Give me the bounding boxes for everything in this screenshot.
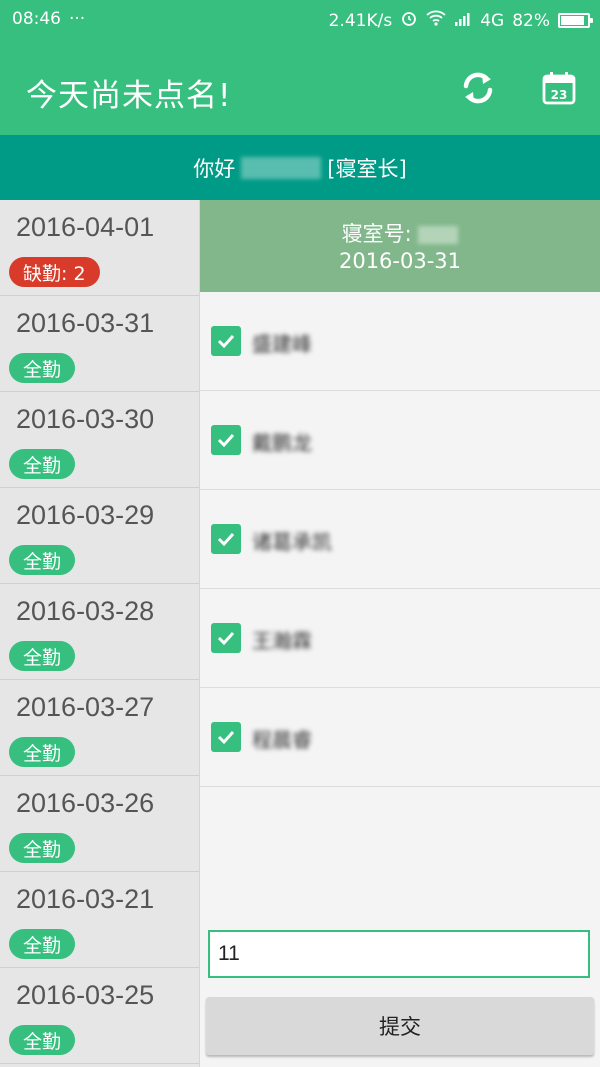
member-row[interactable]: 盛建峰 bbox=[200, 292, 600, 391]
greeting-role: [寝室长] bbox=[327, 156, 407, 181]
date-item[interactable]: 2016-03-25 全勤 bbox=[0, 968, 199, 1064]
battery-percent: 82% bbox=[512, 10, 550, 31]
check-icon bbox=[217, 730, 235, 745]
member-row[interactable]: 戴鹏龙 bbox=[200, 391, 600, 490]
remark-input[interactable]: 11 bbox=[208, 930, 590, 978]
status-badge: 全勤 bbox=[9, 641, 76, 671]
checkbox-checked[interactable] bbox=[211, 623, 241, 653]
check-icon bbox=[217, 334, 235, 349]
calendar-day: 23 bbox=[551, 88, 568, 102]
member-name: 戴鹏龙 bbox=[252, 431, 312, 455]
date-item[interactable]: 2016-03-28 全勤 bbox=[0, 584, 199, 680]
member-name: 诸葛承凯 bbox=[252, 530, 332, 554]
date-item[interactable]: 2016-04-01 缺勤: 2 bbox=[0, 200, 199, 296]
submit-button[interactable]: 提交 bbox=[206, 997, 594, 1055]
date-item[interactable]: 2016-03-30 全勤 bbox=[0, 392, 199, 488]
date-item[interactable]: 2016-03-31 全勤 bbox=[0, 296, 199, 392]
signal-icon bbox=[454, 11, 472, 31]
date-text: 2016-03-30 bbox=[16, 404, 155, 434]
member-name: 盛建峰 bbox=[252, 332, 312, 356]
attendance-pane: 寝室号: 2016-03-31 盛建峰 戴鹏龙 诸葛承凯 王瀚霖 程晨睿 11 … bbox=[200, 200, 600, 1067]
alarm-icon bbox=[400, 9, 418, 32]
date-text: 2016-03-25 bbox=[16, 980, 155, 1010]
status-badge: 全勤 bbox=[9, 929, 76, 959]
app-bar: 今天尚未点名! 23 bbox=[0, 40, 600, 135]
calendar-icon: 23 bbox=[542, 72, 576, 105]
date-text: 2016-03-26 bbox=[16, 788, 155, 818]
room-header: 寝室号: 2016-03-31 bbox=[200, 200, 600, 292]
status-time: 08:46 bbox=[12, 9, 61, 29]
member-row[interactable]: 程晨睿 bbox=[200, 688, 600, 787]
checkbox-checked[interactable] bbox=[211, 425, 241, 455]
member-row[interactable]: 诸葛承凯 bbox=[200, 490, 600, 589]
user-name-redacted bbox=[241, 156, 322, 179]
status-dots: ··· bbox=[69, 9, 86, 29]
check-icon bbox=[217, 532, 235, 547]
member-name: 程晨睿 bbox=[252, 728, 312, 752]
status-bar: 08:46 ··· 2.41K/s 4G 82% bbox=[0, 0, 600, 40]
date-item[interactable]: 2016-03-26 全勤 bbox=[0, 776, 199, 872]
network-speed: 2.41K/s bbox=[328, 10, 393, 31]
refresh-icon bbox=[463, 72, 493, 104]
date-text: 2016-03-31 bbox=[16, 308, 155, 338]
battery-icon bbox=[558, 13, 593, 28]
status-badge: 全勤 bbox=[9, 353, 76, 383]
date-text: 2016-03-27 bbox=[16, 692, 155, 722]
page-title: 今天尚未点名! bbox=[26, 78, 232, 114]
checkbox-checked[interactable] bbox=[211, 524, 241, 554]
check-icon bbox=[217, 631, 235, 646]
room-label: 寝室号: bbox=[341, 222, 412, 246]
greeting-bar: 你好 [寝室长] bbox=[0, 135, 600, 200]
member-row[interactable]: 王瀚霖 bbox=[200, 589, 600, 688]
wifi-icon bbox=[426, 10, 446, 31]
status-badge: 全勤 bbox=[9, 545, 76, 575]
date-text: 2016-03-21 bbox=[16, 884, 155, 914]
member-name: 王瀚霖 bbox=[252, 629, 312, 653]
date-item[interactable]: 2016-03-27 全勤 bbox=[0, 680, 199, 776]
room-number-redacted bbox=[418, 226, 459, 244]
date-text: 2016-03-28 bbox=[16, 596, 155, 626]
check-icon bbox=[217, 433, 235, 448]
date-list[interactable]: 2016-04-01 缺勤: 2 2016-03-31 全勤 2016-03-3… bbox=[0, 200, 200, 1067]
status-badge: 全勤 bbox=[9, 449, 76, 479]
date-text: 2016-04-01 bbox=[16, 212, 155, 242]
status-badge: 全勤 bbox=[9, 1025, 76, 1055]
room-date: 2016-03-31 bbox=[338, 249, 462, 273]
date-item[interactable]: 2016-03-29 全勤 bbox=[0, 488, 199, 584]
status-badge: 缺勤: 2 bbox=[9, 257, 100, 287]
calendar-button[interactable]: 23 bbox=[539, 68, 579, 108]
status-badge: 全勤 bbox=[9, 737, 76, 767]
checkbox-checked[interactable] bbox=[211, 326, 241, 356]
status-badge: 全勤 bbox=[9, 833, 76, 863]
refresh-button[interactable] bbox=[458, 68, 498, 108]
network-type: 4G bbox=[480, 10, 505, 31]
checkbox-checked[interactable] bbox=[211, 722, 241, 752]
date-item[interactable]: 2016-03-21 全勤 bbox=[0, 872, 199, 968]
greeting-prefix: 你好 bbox=[193, 156, 236, 181]
date-text: 2016-03-29 bbox=[16, 500, 155, 530]
